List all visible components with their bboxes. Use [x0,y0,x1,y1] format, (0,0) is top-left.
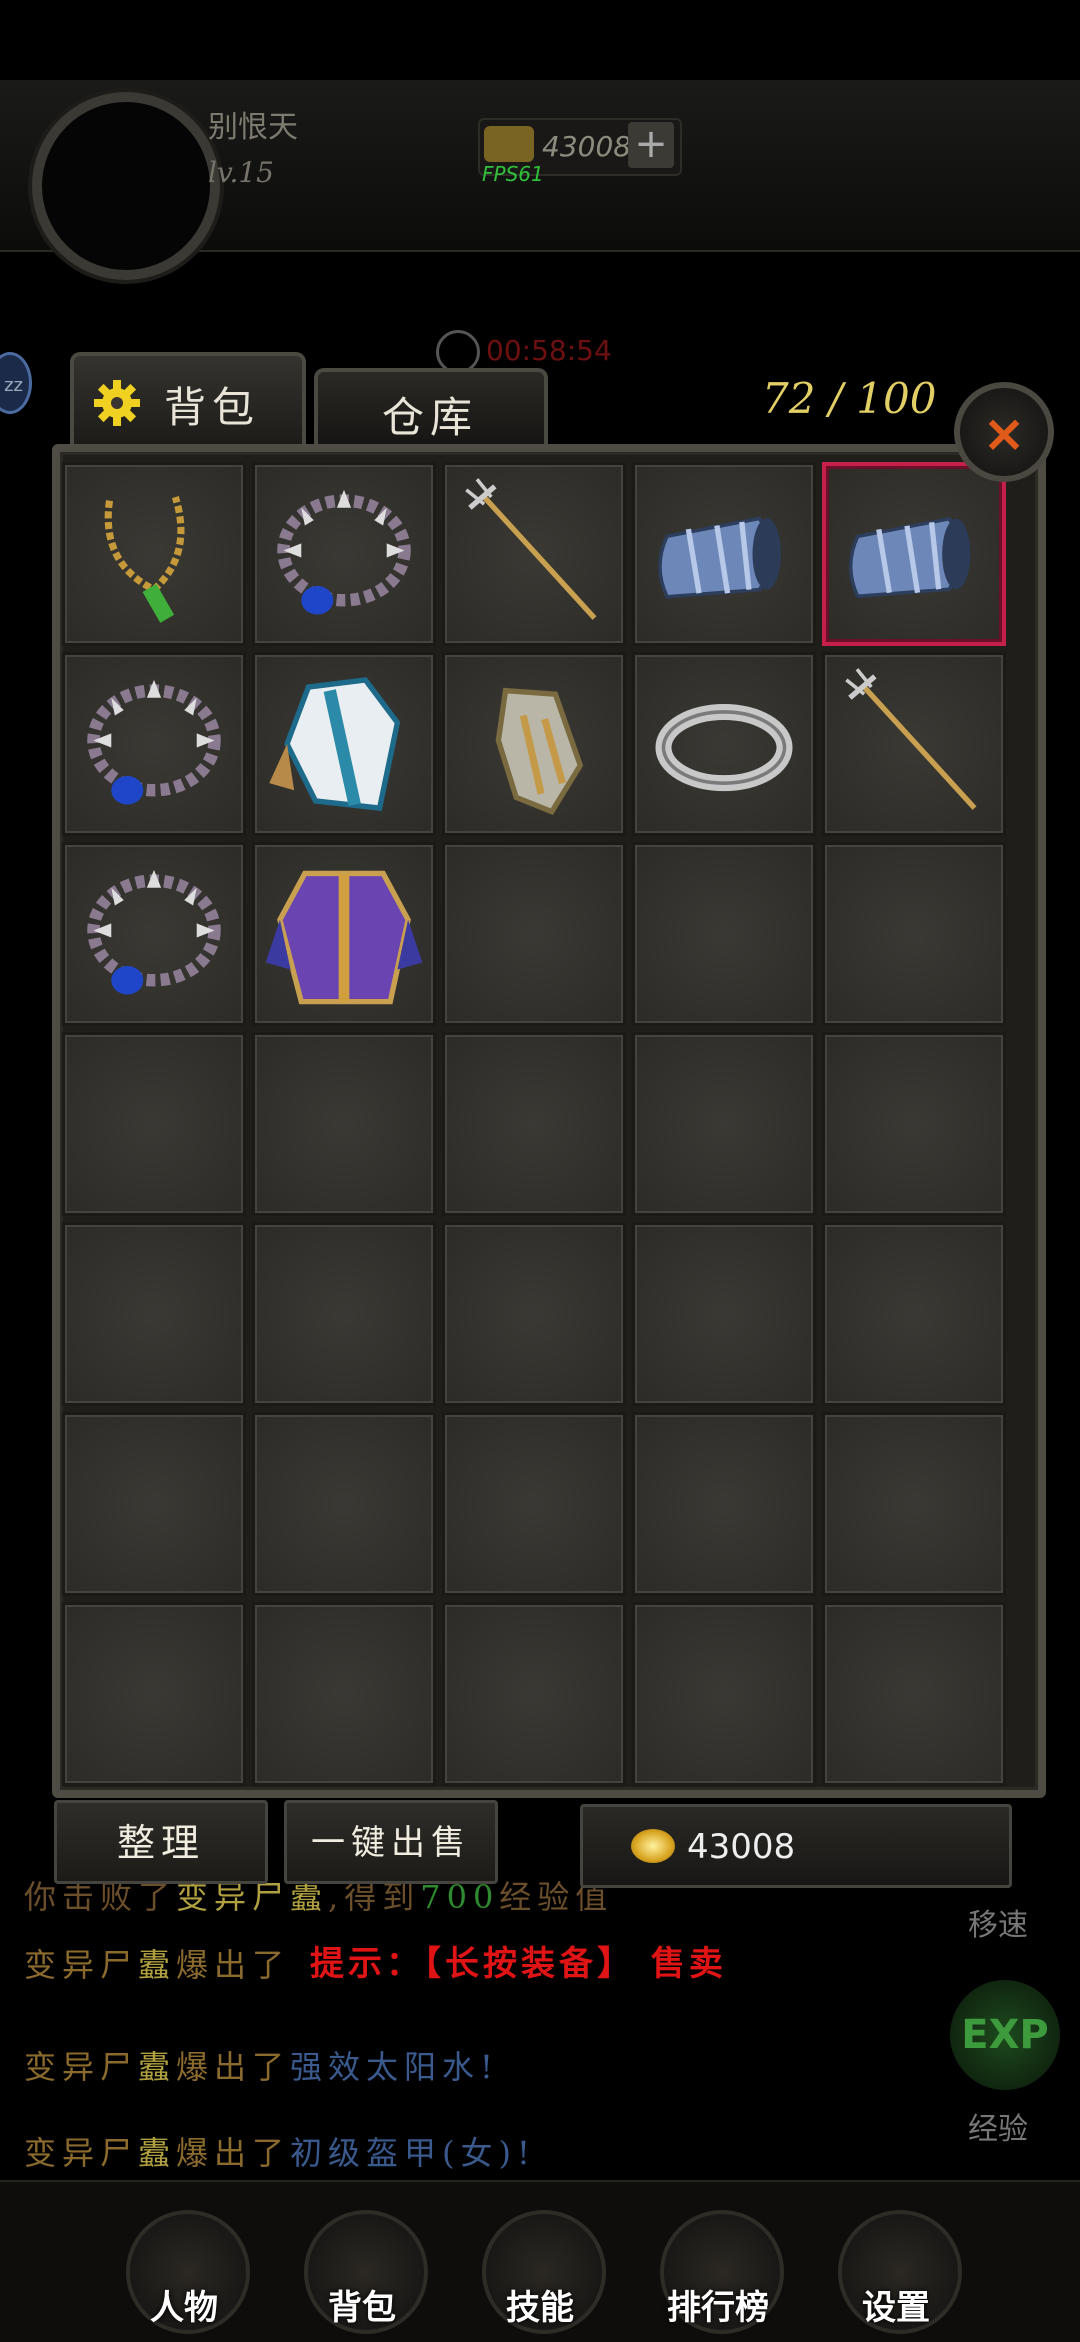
tab-storage[interactable]: 仓库 [314,368,548,448]
bag-slot-empty[interactable] [822,1032,1006,1216]
bag-capacity: 72 / 100 [762,374,937,423]
sell-all-button[interactable]: 一键出售 [284,1800,498,1884]
bag-slot-empty[interactable] [632,842,816,1026]
bag-slot-empty[interactable] [822,1412,1006,1596]
tab-storage-label: 仓库 [382,393,479,442]
speed-label: 移速 [968,1908,1028,1943]
spiked-bead-necklace-icon [277,489,411,615]
bag-slot-empty[interactable] [442,1032,626,1216]
bag-slot-white-blue-robe[interactable] [252,652,436,836]
chat-monster: 蠹 [138,2048,177,2086]
bag-slot-empty[interactable] [632,1412,816,1596]
bag-slot-trident[interactable] [822,652,1006,836]
bag-slot-spiked-bead-necklace[interactable] [62,842,246,1026]
chat-line-2: 变异尸蠹爆出了 [24,1940,290,1986]
chat-item: 强效太阳水! [290,2048,499,2086]
exp-label: 经验 [968,2112,1028,2147]
add-gold-button[interactable]: + [628,122,674,168]
gold-top-amount: 43008 [542,130,632,163]
trident-icon [845,668,977,810]
tab-bag-label: 背包 [164,383,261,432]
gear-icon [94,380,140,426]
purple-armor-icon [265,870,423,1005]
bag-slot-empty[interactable] [442,842,626,1026]
chat-text: 爆出了 [176,1946,291,1984]
bag-slot-empty[interactable] [252,1222,436,1406]
nav-ranking-label[interactable]: 排行榜 [638,2280,798,2329]
chat-line-4: 变异尸蠹爆出了初级盔甲(女)! [24,2128,536,2174]
silver-ring-icon [655,703,793,792]
bag-slot-empty[interactable] [62,1412,246,1596]
chat-monster: 蠹 [138,1946,177,1984]
gold-field: 43008 [580,1804,1012,1888]
nav-character-label[interactable]: 人物 [104,2280,264,2329]
bag-slot-empty[interactable] [442,1412,626,1596]
bag-slot-necklace-gold[interactable] [62,462,246,646]
trident-icon [465,478,597,620]
bag-slot-spiked-bead-necklace[interactable] [252,462,436,646]
bag-slot-empty[interactable] [632,1222,816,1406]
spiked-bead-necklace-icon [87,869,221,995]
bag-slot-empty[interactable] [632,1032,816,1216]
bag-slot-bracer[interactable] [822,462,1006,646]
fps-counter: FPS61 [482,162,544,186]
chat-text: 变异尸 [24,2134,139,2172]
timer-text: 00:58:54 [486,334,612,367]
necklace-gold-icon [104,495,185,623]
chat-item: 初级盔甲(女)! [290,2134,536,2172]
avatar[interactable] [32,92,220,280]
bracer-icon [848,516,971,599]
bag-slot-empty[interactable] [252,1032,436,1216]
tab-bag[interactable]: 背包 [70,352,306,448]
bag-slot-empty[interactable] [62,1222,246,1406]
chat-text: 变异尸 [24,2048,139,2086]
bag-slot-empty[interactable] [442,1222,626,1406]
bag-slot-empty[interactable] [442,1602,626,1786]
gold-amount: 43008 [687,1827,796,1867]
chat-text: 变异尸 [24,1946,139,1984]
nav-bag-label[interactable]: 背包 [282,2280,442,2329]
chat-line-3: 变异尸蠹爆出了强效太阳水! [24,2042,499,2088]
white-blue-robe-icon [269,677,401,812]
bag-slot-empty[interactable] [822,842,1006,1026]
bag-slot-purple-armor[interactable] [252,842,436,1026]
sell-tip: 提示：【长按装备】 售卖 [310,1944,727,1984]
bag-slot-bracer[interactable] [632,462,816,646]
player-level: lv.15 [208,156,274,189]
bag-grid [62,462,1014,1786]
sort-button[interactable]: 整理 [54,1800,268,1884]
bag-slot-gauntlet[interactable] [442,652,626,836]
chat-monster: 蠹 [138,2134,177,2172]
nav-settings-label[interactable]: 设置 [816,2280,976,2329]
bracer-icon [658,516,781,599]
close-button[interactable]: × [954,382,1054,482]
gold-ingot-icon [484,126,534,162]
bag-slot-silver-ring[interactable] [632,652,816,836]
nav-skills-label[interactable]: 技能 [460,2280,620,2329]
gauntlet-icon [495,687,584,815]
sleep-badge[interactable]: zz [0,352,32,414]
bag-slot-empty[interactable] [822,1222,1006,1406]
exp-button[interactable]: EXP [950,1980,1060,2090]
bag-slot-trident[interactable] [442,462,626,646]
bag-slot-empty[interactable] [62,1032,246,1216]
bag-slot-empty[interactable] [632,1602,816,1786]
bag-slot-empty[interactable] [822,1602,1006,1786]
bag-slot-empty[interactable] [62,1602,246,1786]
bag-slot-empty[interactable] [252,1602,436,1786]
spiked-bead-necklace-icon [87,679,221,805]
bag-slot-spiked-bead-necklace[interactable] [62,652,246,836]
gold-coin-icon [631,1829,675,1863]
bag-slot-empty[interactable] [252,1412,436,1596]
chat-text: 爆出了 [176,2048,291,2086]
player-name: 别恨天 [208,110,298,145]
chat-text: 爆出了 [176,2134,291,2172]
